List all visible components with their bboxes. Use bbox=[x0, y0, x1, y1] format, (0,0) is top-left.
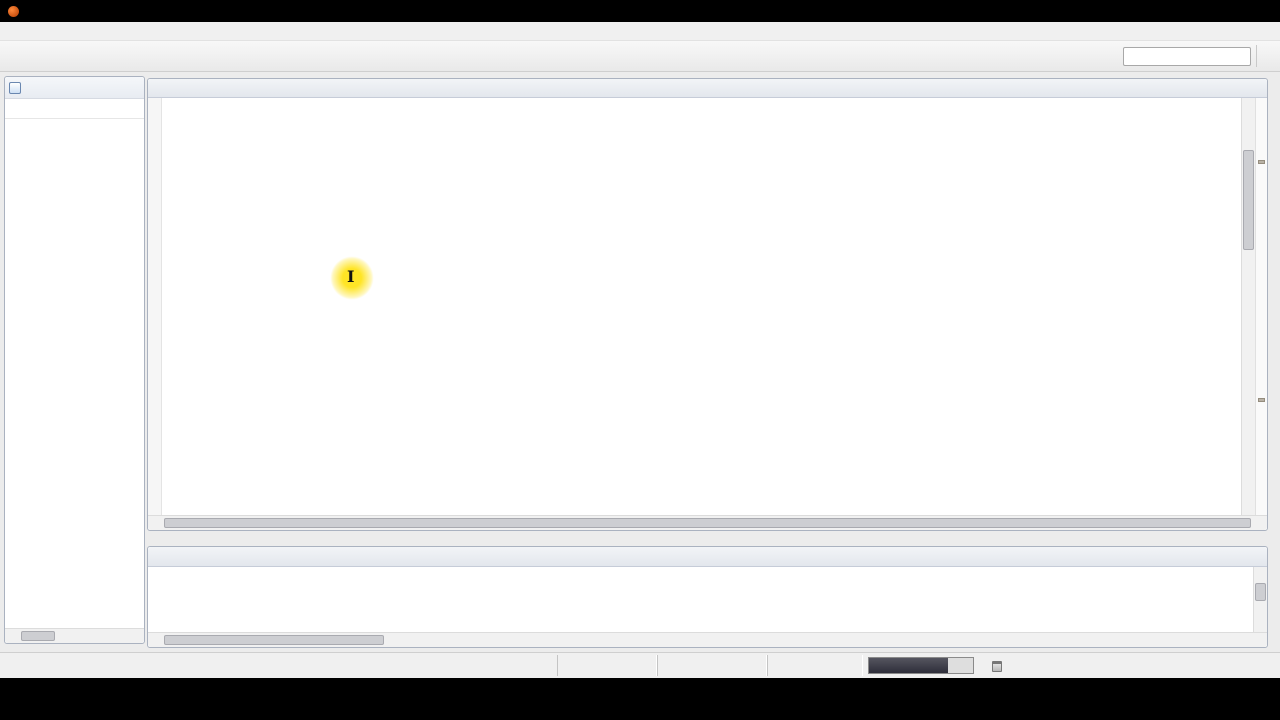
menubar bbox=[0, 22, 1280, 41]
editor-overview-ruler[interactable] bbox=[1255, 98, 1267, 515]
explorer-horizontal-scrollbar[interactable] bbox=[5, 628, 144, 643]
console-output[interactable] bbox=[148, 567, 1253, 632]
adt-app-icon bbox=[8, 5, 19, 17]
project-tree[interactable] bbox=[5, 121, 144, 628]
package-explorer-toolbar bbox=[5, 99, 144, 119]
scrollbar-thumb[interactable] bbox=[1255, 583, 1266, 601]
scroll-left-icon[interactable] bbox=[5, 629, 19, 643]
console-tab-bar bbox=[148, 547, 1267, 567]
workspace bbox=[0, 72, 1280, 652]
scrollbar-track[interactable] bbox=[162, 633, 1253, 647]
garbage-collect-icon[interactable] bbox=[992, 661, 1002, 672]
scrollbar-track[interactable] bbox=[162, 516, 1253, 530]
scroll-right-icon[interactable] bbox=[1253, 516, 1267, 530]
scrollbar-track[interactable] bbox=[1254, 581, 1267, 618]
scroll-right-icon[interactable] bbox=[130, 629, 144, 643]
window-titlebar bbox=[0, 0, 1280, 22]
package-explorer-panel bbox=[4, 76, 145, 644]
console-horizontal-scrollbar[interactable] bbox=[148, 632, 1267, 647]
console-window-buttons bbox=[1251, 547, 1267, 566]
status-bar bbox=[0, 652, 1280, 678]
package-explorer-icon bbox=[9, 81, 21, 94]
console-body bbox=[148, 567, 1267, 632]
scrollbar-thumb[interactable] bbox=[164, 518, 1251, 528]
scroll-up-icon[interactable] bbox=[1242, 98, 1256, 112]
editor-annotation-ruler[interactable] bbox=[148, 98, 162, 515]
scroll-left-icon[interactable] bbox=[148, 633, 162, 647]
console-vertical-scrollbar[interactable] bbox=[1253, 567, 1267, 632]
overview-marker[interactable] bbox=[1258, 160, 1265, 164]
heap-status-widget bbox=[868, 657, 974, 674]
heap-usage-label bbox=[869, 658, 973, 673]
cursor-position-status bbox=[767, 655, 863, 676]
main-toolbar bbox=[0, 41, 1280, 72]
editor-panel bbox=[147, 78, 1268, 531]
windows-taskbar bbox=[0, 678, 1280, 720]
scrollbar-thumb[interactable] bbox=[21, 631, 55, 641]
editor-vertical-scrollbar[interactable] bbox=[1241, 98, 1255, 515]
editor-body bbox=[148, 98, 1267, 515]
scroll-down-icon[interactable] bbox=[1254, 618, 1268, 632]
scroll-down-icon[interactable] bbox=[1242, 501, 1256, 515]
toolbar-separator bbox=[1256, 45, 1257, 67]
scrollbar-track[interactable] bbox=[19, 629, 130, 643]
editor-horizontal-scrollbar[interactable] bbox=[148, 515, 1267, 530]
scrollbar-thumb[interactable] bbox=[1243, 150, 1254, 250]
quick-access-input[interactable] bbox=[1123, 46, 1251, 66]
scrollbar-thumb[interactable] bbox=[164, 635, 384, 645]
scroll-up-icon[interactable] bbox=[1254, 567, 1268, 581]
scroll-left-icon[interactable] bbox=[148, 516, 162, 530]
scroll-right-icon[interactable] bbox=[1253, 633, 1267, 647]
overview-marker[interactable] bbox=[1258, 398, 1265, 402]
editor-tab-bar bbox=[148, 79, 1267, 98]
scrollbar-track[interactable] bbox=[1242, 112, 1255, 501]
code-editor[interactable] bbox=[162, 98, 1241, 515]
insert-mode-status[interactable] bbox=[657, 655, 767, 676]
package-explorer-header bbox=[5, 77, 144, 99]
console-panel bbox=[147, 546, 1268, 648]
writable-status bbox=[557, 655, 657, 676]
